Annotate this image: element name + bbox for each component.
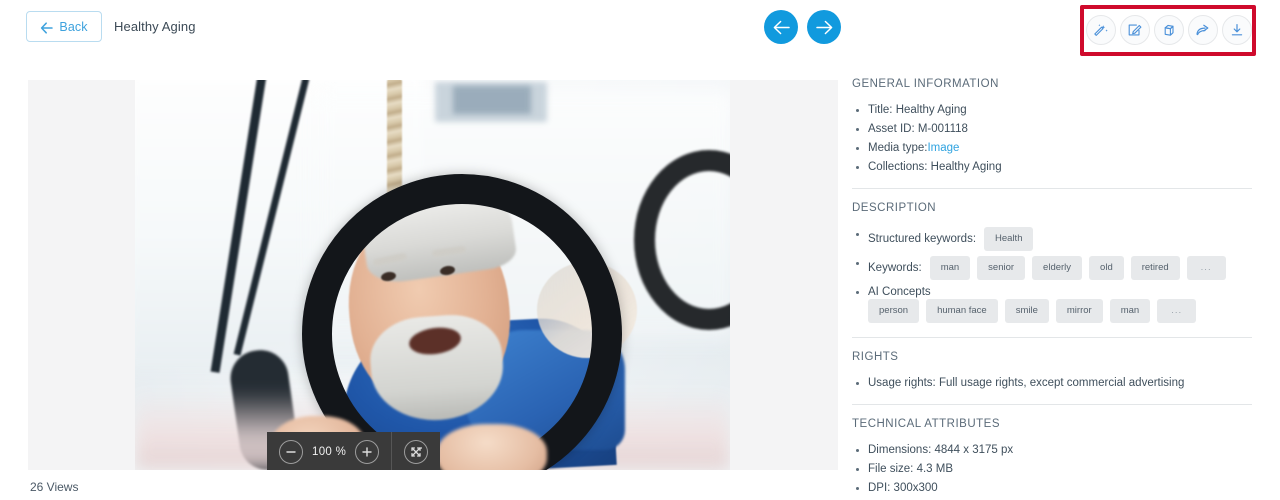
- zoom-controls: 100 %: [267, 432, 441, 470]
- asset-detail-page: Back Healthy Aging 100 % 26 Views GENERA…: [0, 0, 1280, 500]
- magic-wand-icon: [1093, 22, 1109, 38]
- meta-value: Dimensions: 4844 x 3175 px: [868, 444, 1014, 456]
- meta-item-dimensions: Dimensions: 4844 x 3175 px: [852, 443, 1252, 457]
- keywords-label: Keywords:: [868, 262, 922, 274]
- divider: [852, 337, 1252, 338]
- tag[interactable]: senior: [977, 256, 1026, 280]
- download-button[interactable]: [1222, 15, 1252, 45]
- fullscreen-button[interactable]: [404, 440, 429, 464]
- page-title: Healthy Aging: [114, 19, 196, 34]
- tag[interactable]: person: [868, 299, 920, 323]
- meta-item-asset-id: Asset ID: M-001118: [852, 122, 1252, 136]
- ai-concepts-label: AI Concepts: [868, 286, 931, 298]
- back-button-label: Back: [59, 19, 88, 34]
- zoom-level-label: 100 %: [312, 446, 347, 458]
- section-title-technical: TECHNICAL ATTRIBUTES: [852, 418, 1001, 430]
- arrow-left-icon: [40, 21, 54, 34]
- meta-item-usage-rights: Usage rights: Full usage rights, except …: [852, 376, 1252, 390]
- share-button[interactable]: [1188, 15, 1218, 45]
- meta-value: DPI: 300x300: [868, 482, 938, 494]
- asset-actions-toolbar: [1086, 11, 1252, 49]
- meta-item-keywords: Keywords: man senior elderly old retired…: [852, 256, 1252, 280]
- keywords-tags: man senior elderly old retired ...: [929, 256, 1226, 280]
- duplicate-icon: [1161, 22, 1177, 38]
- meta-item-title: Title: Healthy Aging: [852, 103, 1252, 117]
- views-counter: 26 Views: [30, 480, 79, 494]
- technical-attributes-list: Dimensions: 4844 x 3175 px File size: 4.…: [852, 443, 1252, 500]
- zoom-out-button[interactable]: [279, 440, 303, 464]
- tag[interactable]: man: [929, 256, 971, 280]
- tag[interactable]: mirror: [1055, 299, 1103, 323]
- share-arrow-icon: [1195, 22, 1211, 38]
- meta-item-collections: Collections: Healthy Aging: [852, 160, 1252, 174]
- edit-button[interactable]: [1120, 15, 1150, 45]
- meta-item-file-size: File size: 4.3 MB: [852, 462, 1252, 476]
- tag-more[interactable]: ...: [1186, 256, 1226, 280]
- arrow-right-icon: [815, 20, 833, 35]
- divider: [852, 188, 1252, 189]
- meta-item-structured-keywords: Structured keywords: Health: [852, 227, 1252, 251]
- tag[interactable]: Health: [984, 227, 1034, 251]
- tag[interactable]: smile: [1004, 299, 1049, 323]
- rights-list: Usage rights: Full usage rights, except …: [852, 376, 1252, 390]
- tag[interactable]: elderly: [1032, 256, 1083, 280]
- meta-label: Media type:: [868, 142, 928, 154]
- section-title-general: GENERAL INFORMATION: [852, 78, 999, 90]
- tag[interactable]: retired: [1130, 256, 1180, 280]
- download-icon: [1229, 22, 1245, 38]
- tag[interactable]: man: [1109, 299, 1151, 323]
- meta-value: Asset ID: M-001118: [868, 123, 968, 135]
- tag[interactable]: human face: [926, 299, 998, 323]
- edit-pencil-icon: [1127, 22, 1143, 38]
- section-title-rights: RIGHTS: [852, 351, 899, 363]
- tag[interactable]: old: [1089, 256, 1124, 280]
- tag-more[interactable]: ...: [1157, 299, 1197, 323]
- top-bar: Back Healthy Aging: [0, 0, 1280, 56]
- back-button[interactable]: Back: [26, 11, 102, 42]
- meta-item-dpi: DPI: 300x300: [852, 481, 1252, 495]
- media-type-link[interactable]: Image: [927, 141, 959, 155]
- duplicate-button[interactable]: [1154, 15, 1184, 45]
- ai-concepts-tags: person human face smile mirror man ...: [868, 299, 1197, 323]
- previous-asset-button[interactable]: [764, 10, 798, 44]
- divider: [852, 404, 1252, 405]
- zoom-in-button[interactable]: [355, 440, 380, 464]
- arrow-left-icon: [773, 20, 790, 35]
- meta-item-ai-concepts: AI Concepts person human face smile mirr…: [852, 285, 1252, 323]
- next-asset-button[interactable]: [807, 10, 841, 44]
- meta-value: File size: 4.3 MB: [868, 463, 953, 475]
- meta-value: Collections: Healthy Aging: [868, 161, 1002, 173]
- metadata-panel: GENERAL INFORMATION Title: Healthy Aging…: [852, 78, 1252, 500]
- meta-item-media-type: Media type: Image: [852, 141, 1252, 155]
- image-viewer[interactable]: 100 %: [28, 80, 838, 470]
- asset-preview-image[interactable]: [135, 80, 730, 470]
- general-information-list: Title: Healthy Aging Asset ID: M-001118 …: [852, 103, 1252, 174]
- section-title-description: DESCRIPTION: [852, 202, 937, 214]
- meta-value: Usage rights: Full usage rights, except …: [868, 377, 1185, 389]
- description-list: Structured keywords: Health Keywords: ma…: [852, 227, 1252, 323]
- magic-wand-button[interactable]: [1086, 15, 1116, 45]
- structured-keywords-tags: Health: [984, 227, 1034, 251]
- meta-value: Title: Healthy Aging: [868, 104, 967, 116]
- structured-keywords-label: Structured keywords:: [868, 233, 977, 245]
